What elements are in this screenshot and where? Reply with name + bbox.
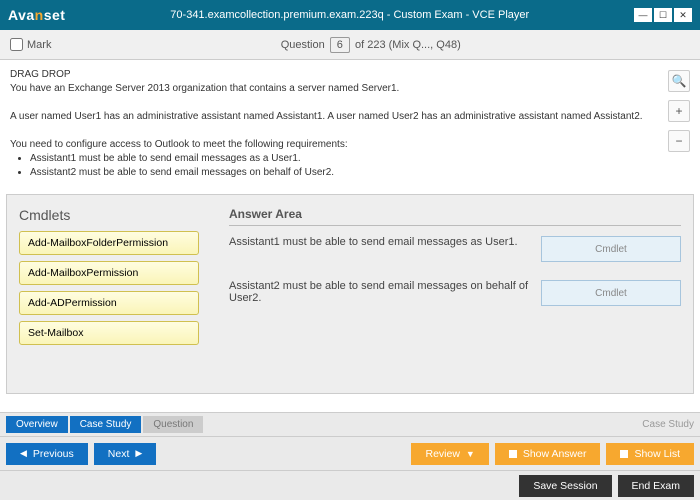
tab-right-label: Case Study [642, 419, 694, 430]
side-tools: 🔍 + − [668, 70, 690, 152]
answer-column: Answer Area Assistant1 must be able to s… [229, 207, 681, 381]
footer: Overview Case Study Question Case Study … [0, 412, 700, 500]
save-session-button[interactable]: Save Session [519, 475, 611, 497]
cmdlets-header: Cmdlets [19, 207, 199, 223]
question-text: DRAG DROP You have an Exchange Server 20… [0, 60, 700, 188]
show-answer-button[interactable]: Show Answer [495, 443, 601, 465]
square-icon [620, 450, 628, 458]
tab-casestudy[interactable]: Case Study [70, 416, 142, 433]
button-row: ◀Previous Next▶ Review▼ Show Answer Show… [0, 436, 700, 470]
drop-target[interactable]: Cmdlet [541, 236, 681, 262]
cmdlets-column: Cmdlets Add-MailboxFolderPermission Add-… [19, 207, 199, 381]
tab-question[interactable]: Question [143, 416, 203, 433]
chevron-down-icon: ▼ [466, 449, 475, 459]
end-exam-button[interactable]: End Exam [618, 475, 694, 497]
show-list-button[interactable]: Show List [606, 443, 694, 465]
maximize-icon[interactable]: ☐ [654, 8, 672, 22]
logo: Avanset [8, 7, 65, 23]
answer-header: Answer Area [229, 207, 681, 226]
chevron-left-icon: ◀ [20, 448, 27, 459]
tab-row: Overview Case Study Question Case Study [0, 412, 700, 436]
next-button[interactable]: Next▶ [94, 443, 157, 465]
titlebar: Avanset 70-341.examcollection.premium.ex… [0, 0, 700, 30]
close-icon[interactable]: ✕ [674, 8, 692, 22]
chevron-right-icon: ▶ [135, 448, 142, 459]
answer-text: Assistant2 must be able to send email me… [229, 280, 529, 304]
zoom-in-icon[interactable]: + [668, 100, 690, 122]
content-area: 🔍 + − DRAG DROP You have an Exchange Ser… [0, 60, 700, 412]
question-indicator: Question 6 of 223 (Mix Q..., Q48) [51, 37, 690, 53]
cmdlet-item[interactable]: Set-Mailbox [19, 321, 199, 345]
search-icon[interactable]: 🔍 [668, 70, 690, 92]
zoom-out-icon[interactable]: − [668, 130, 690, 152]
window-title: 70-341.examcollection.premium.exam.223q … [65, 9, 634, 21]
question-bar: Mark Question 6 of 223 (Mix Q..., Q48) [0, 30, 700, 60]
mark-checkbox[interactable] [10, 38, 23, 51]
answer-row: Assistant2 must be able to send email me… [229, 280, 681, 306]
tab-overview[interactable]: Overview [6, 416, 68, 433]
square-icon [509, 450, 517, 458]
drag-drop-area: Cmdlets Add-MailboxFolderPermission Add-… [6, 194, 694, 394]
drop-target[interactable]: Cmdlet [541, 280, 681, 306]
answer-row: Assistant1 must be able to send email me… [229, 236, 681, 262]
button-row-2: Save Session End Exam [0, 470, 700, 500]
window-controls: — ☐ ✕ [634, 8, 692, 22]
question-number: 6 [330, 37, 350, 53]
cmdlet-item[interactable]: Add-ADPermission [19, 291, 199, 315]
answer-text: Assistant1 must be able to send email me… [229, 236, 529, 248]
mark-label: Mark [27, 39, 51, 51]
minimize-icon[interactable]: — [634, 8, 652, 22]
cmdlet-item[interactable]: Add-MailboxPermission [19, 261, 199, 285]
review-button[interactable]: Review▼ [411, 443, 488, 465]
previous-button[interactable]: ◀Previous [6, 443, 88, 465]
cmdlet-item[interactable]: Add-MailboxFolderPermission [19, 231, 199, 255]
